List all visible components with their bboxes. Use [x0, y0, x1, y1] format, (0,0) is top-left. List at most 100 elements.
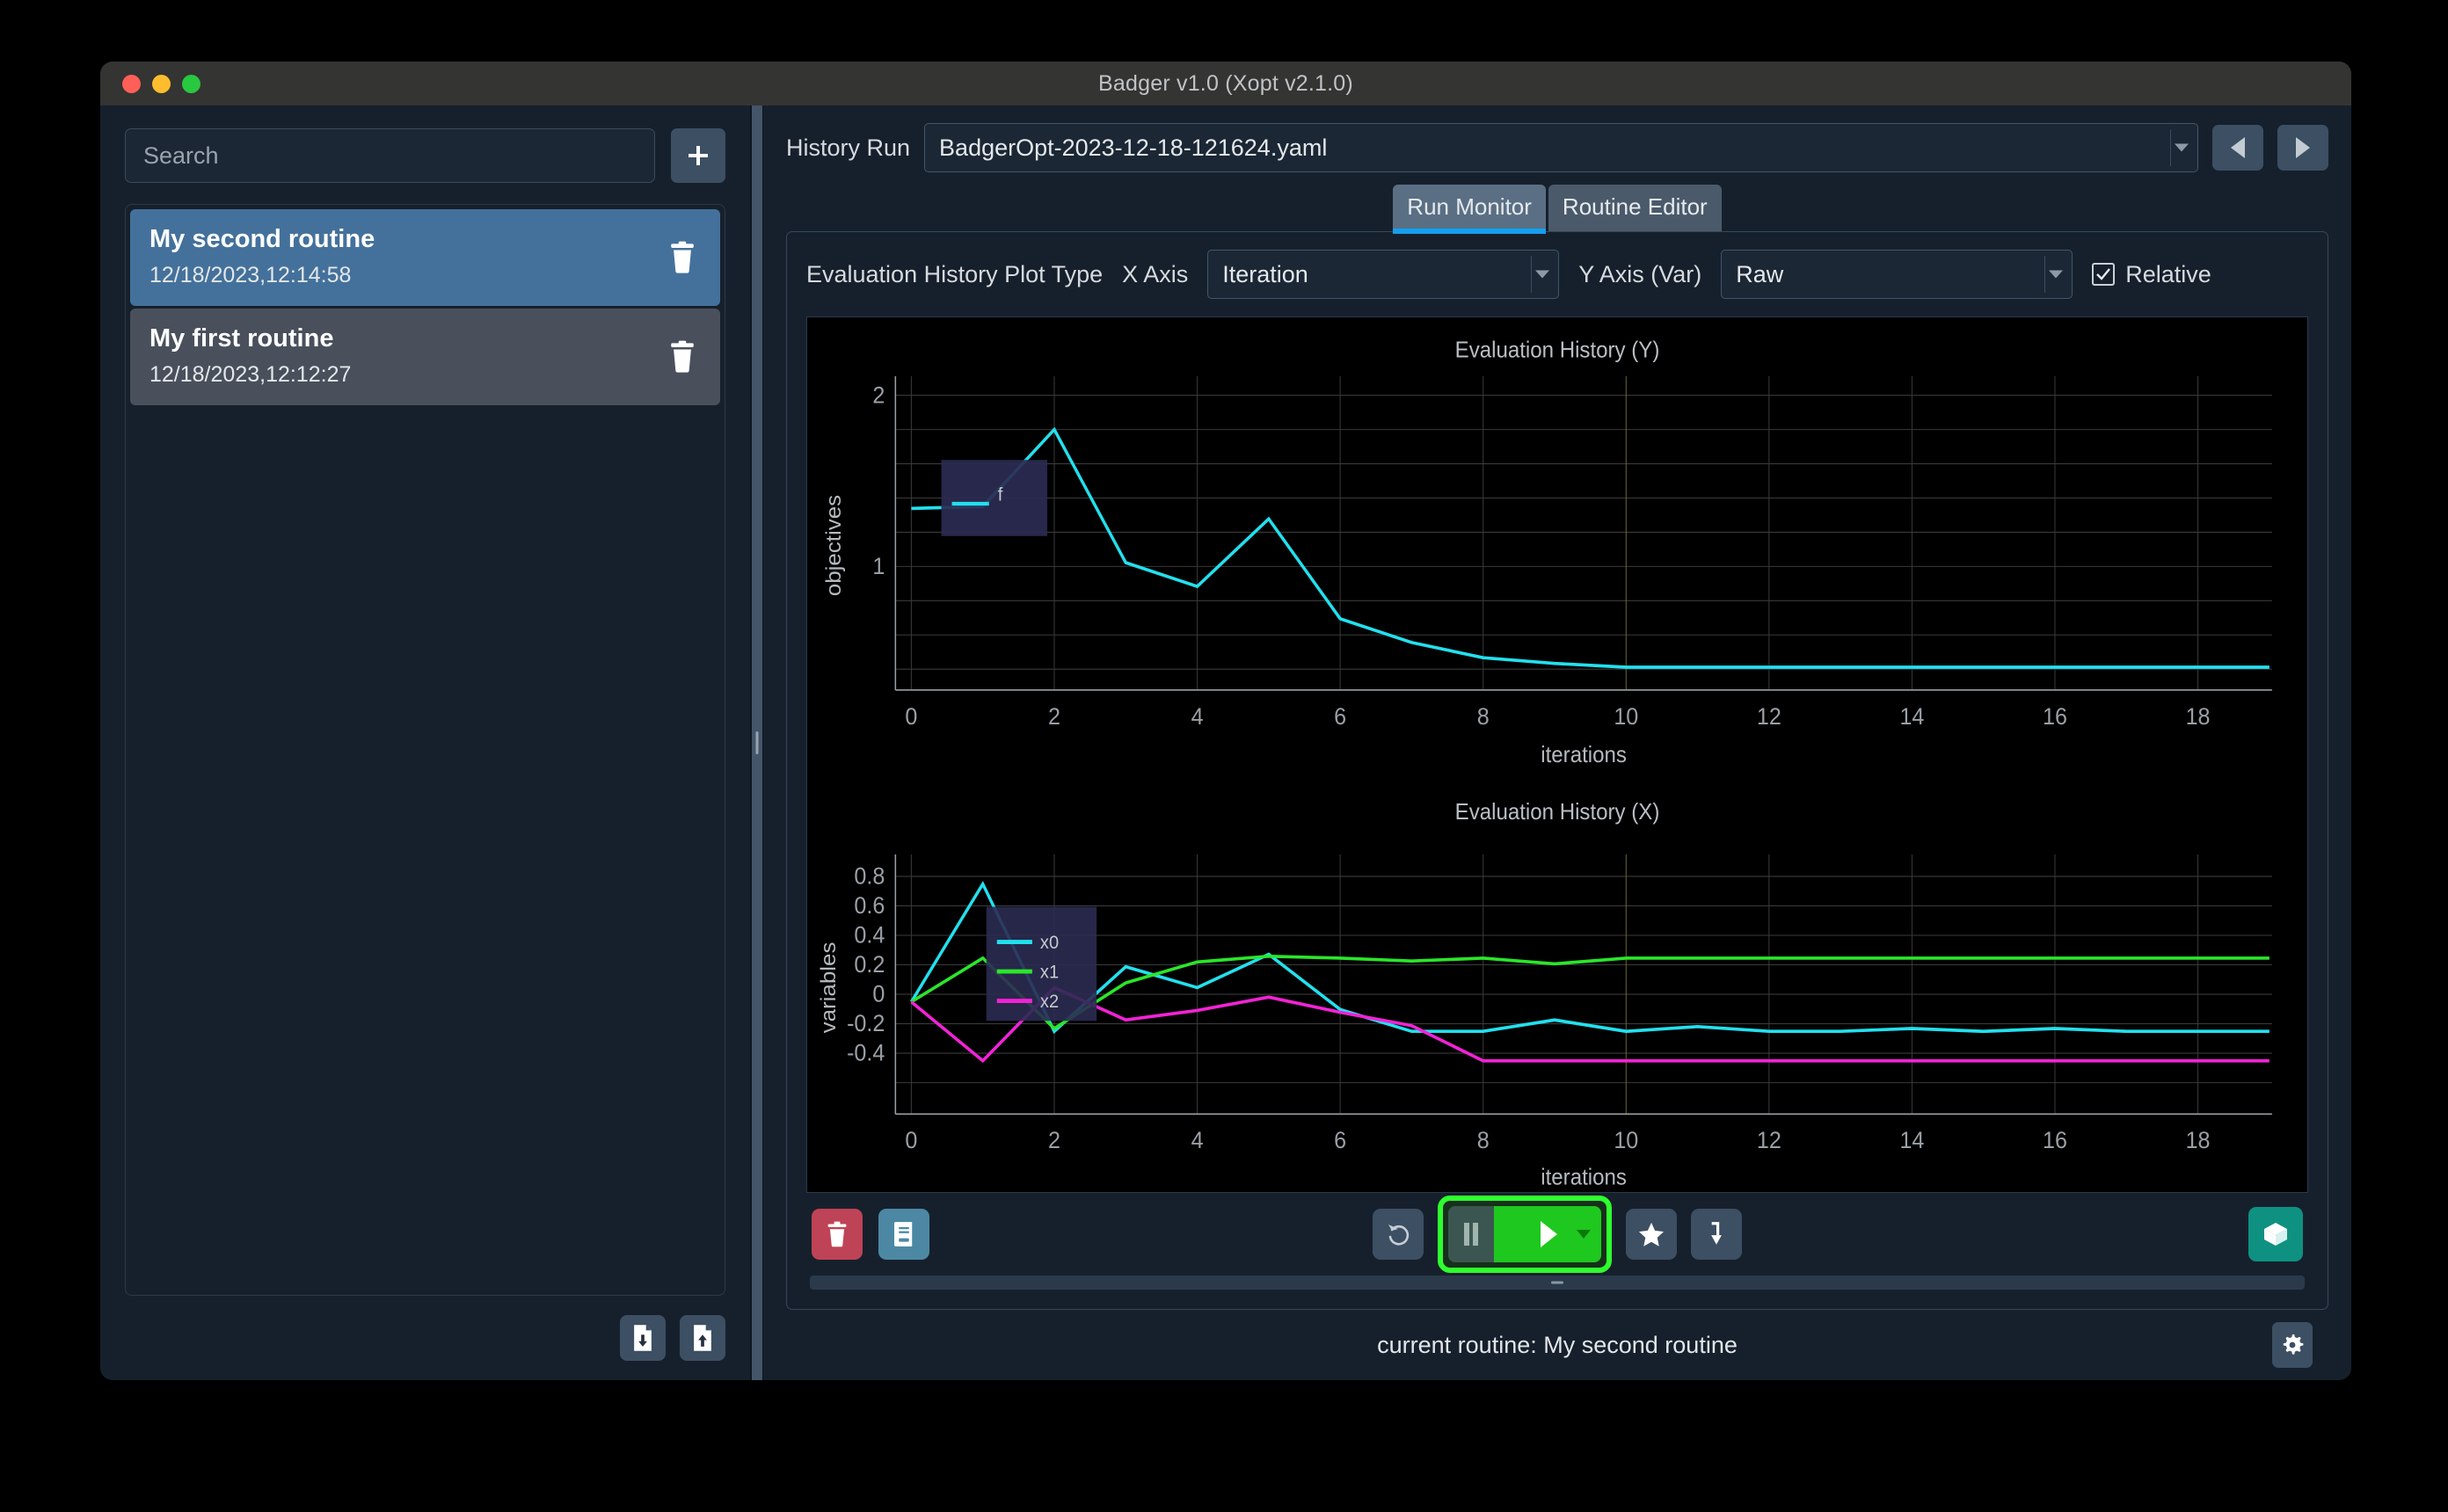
trash-icon[interactable]: [667, 340, 697, 374]
chevron-down-icon: [2175, 143, 2189, 152]
chart-y-xlabel: iterations: [1541, 742, 1627, 767]
horizontal-scrollbar[interactable]: [810, 1276, 2305, 1290]
svg-text:0.2: 0.2: [854, 950, 885, 978]
jump-to-optimum-icon: [1711, 1222, 1722, 1245]
svg-text:0: 0: [872, 980, 885, 1007]
svg-text:18: 18: [2186, 702, 2211, 730]
combo-separator: [1531, 256, 1533, 293]
triangle-left-icon: [2231, 137, 2245, 158]
file-export-icon: [694, 1325, 711, 1351]
routine-sidebar: My second routine 12/18/2023,12:14:58 My…: [100, 105, 751, 1380]
run-toolbar: [806, 1193, 2308, 1276]
favorite-button[interactable]: [1626, 1209, 1677, 1260]
y-axis-label: Y Axis (Var): [1578, 260, 1702, 287]
y-axis-value: Raw: [1736, 260, 1784, 287]
run-control-group: [1438, 1196, 1612, 1273]
reset-button[interactable]: [1373, 1209, 1424, 1260]
pause-button[interactable]: [1448, 1206, 1494, 1262]
trash-icon: [827, 1221, 847, 1247]
chart-x-ylabel: variables: [817, 942, 841, 1034]
play-icon: [1541, 1221, 1557, 1247]
chart-x-legend-label-x0: x0: [1040, 932, 1059, 953]
history-run-value: BadgerOpt-2023-12-18-121624.yaml: [939, 134, 1328, 161]
svg-text:18: 18: [2186, 1126, 2211, 1153]
svg-text:10: 10: [1614, 1126, 1638, 1153]
plus-icon: [688, 146, 708, 165]
toolbar-left-group: [812, 1209, 929, 1260]
routine-list: My second routine 12/18/2023,12:14:58 My…: [125, 204, 725, 1296]
window-titlebar: Badger v1.0 (Xopt v2.1.0): [100, 62, 2351, 105]
undo-icon: [1388, 1225, 1410, 1246]
add-routine-button[interactable]: [671, 128, 725, 183]
cube-icon: [2264, 1223, 2287, 1246]
status-bar: current routine: My second routine: [786, 1310, 2328, 1380]
combo-separator: [2044, 256, 2046, 293]
routine-timestamp: 12/18/2023,12:12:27: [149, 362, 352, 387]
x-axis-label: X Axis: [1122, 260, 1189, 287]
chart-x-legend-label-x1: x1: [1040, 962, 1059, 983]
relative-checkbox[interactable]: [2092, 263, 2116, 286]
tab-run-monitor[interactable]: Run Monitor: [1393, 185, 1546, 234]
chart-y-title: Evaluation History (Y): [1455, 338, 1660, 363]
svg-text:14: 14: [1899, 702, 1924, 730]
svg-text:2: 2: [1048, 702, 1060, 730]
svg-text:0.6: 0.6: [854, 891, 885, 919]
jump-to-optimum-button[interactable]: [1691, 1209, 1742, 1260]
logbook-button[interactable]: [878, 1209, 929, 1260]
pause-icon: [1464, 1223, 1478, 1246]
import-routine-button[interactable]: [620, 1315, 666, 1361]
settings-button[interactable]: [2272, 1322, 2313, 1368]
trash-icon[interactable]: [667, 241, 697, 274]
book-icon: [894, 1222, 913, 1247]
panel-splitter[interactable]: [751, 105, 763, 1380]
file-import-icon: [634, 1325, 652, 1351]
x-axis-select[interactable]: Iteration: [1207, 250, 1560, 299]
chart-y-ytick-1: 1: [872, 552, 885, 579]
svg-text:2: 2: [1048, 1126, 1060, 1153]
chevron-down-icon: [1535, 270, 1550, 279]
svg-text:12: 12: [1757, 1126, 1781, 1153]
routine-list-item-0[interactable]: My second routine 12/18/2023,12:14:58: [130, 209, 720, 306]
plots-svg: Evaluation History (Y) 2 1 objectives 0 …: [807, 317, 2307, 1192]
svg-text:0.8: 0.8: [854, 862, 885, 890]
svg-text:6: 6: [1334, 702, 1346, 730]
combo-separator: [2170, 129, 2171, 166]
routine-list-item-1[interactable]: My first routine 12/18/2023,12:12:27: [130, 309, 720, 405]
history-run-row: History Run BadgerOpt-2023-12-18-121624.…: [786, 123, 2328, 172]
history-run-select[interactable]: BadgerOpt-2023-12-18-121624.yaml: [924, 123, 2198, 172]
search-input[interactable]: [125, 128, 655, 183]
plot-controls-row: Evaluation History Plot Type X Axis Iter…: [806, 250, 2308, 299]
window-title: Badger v1.0 (Xopt v2.1.0): [1098, 70, 1353, 96]
tab-bar: Run Monitor Routine Editor: [786, 185, 2328, 234]
chart-x-xlabel: iterations: [1541, 1165, 1627, 1190]
delete-run-button[interactable]: [812, 1209, 863, 1260]
gear-icon: [2283, 1334, 2304, 1355]
check-icon: [2096, 268, 2111, 280]
chart-x-title: Evaluation History (X): [1455, 799, 1660, 825]
export-routine-button[interactable]: [680, 1315, 725, 1361]
next-run-button[interactable]: [2277, 125, 2328, 171]
current-routine-status: current routine: My second routine: [1377, 1331, 1738, 1358]
svg-text:12: 12: [1757, 702, 1781, 730]
evaluation-history-plots[interactable]: Evaluation History (Y) 2 1 objectives 0 …: [806, 316, 2308, 1193]
chart-y-legend-box: [941, 460, 1047, 536]
svg-text:14: 14: [1899, 1126, 1924, 1153]
history-run-label: History Run: [786, 134, 911, 161]
run-monitor-panel: Evaluation History Plot Type X Axis Iter…: [786, 231, 2328, 1310]
svg-text:10: 10: [1614, 702, 1638, 730]
relative-checkbox-wrap[interactable]: Relative: [2092, 261, 2211, 288]
chart-y-ytick-2: 2: [872, 381, 885, 408]
previous-run-button[interactable]: [2212, 125, 2263, 171]
extensions-button[interactable]: [2248, 1207, 2303, 1261]
svg-text:0: 0: [905, 1126, 917, 1153]
tab-routine-editor[interactable]: Routine Editor: [1548, 185, 1722, 231]
badger-window: Badger v1.0 (Xopt v2.1.0) My second rout…: [100, 62, 2351, 1380]
svg-text:-0.2: -0.2: [847, 1009, 885, 1036]
y-axis-select[interactable]: Raw: [1721, 250, 2073, 299]
plot-type-label: Evaluation History Plot Type: [806, 260, 1104, 287]
run-button[interactable]: [1494, 1206, 1601, 1262]
x-axis-value: Iteration: [1222, 260, 1308, 287]
run-options-chevron-down-icon[interactable]: [1577, 1230, 1591, 1239]
toolbar-center-group: [1373, 1196, 1742, 1273]
relative-label: Relative: [2125, 260, 2211, 287]
